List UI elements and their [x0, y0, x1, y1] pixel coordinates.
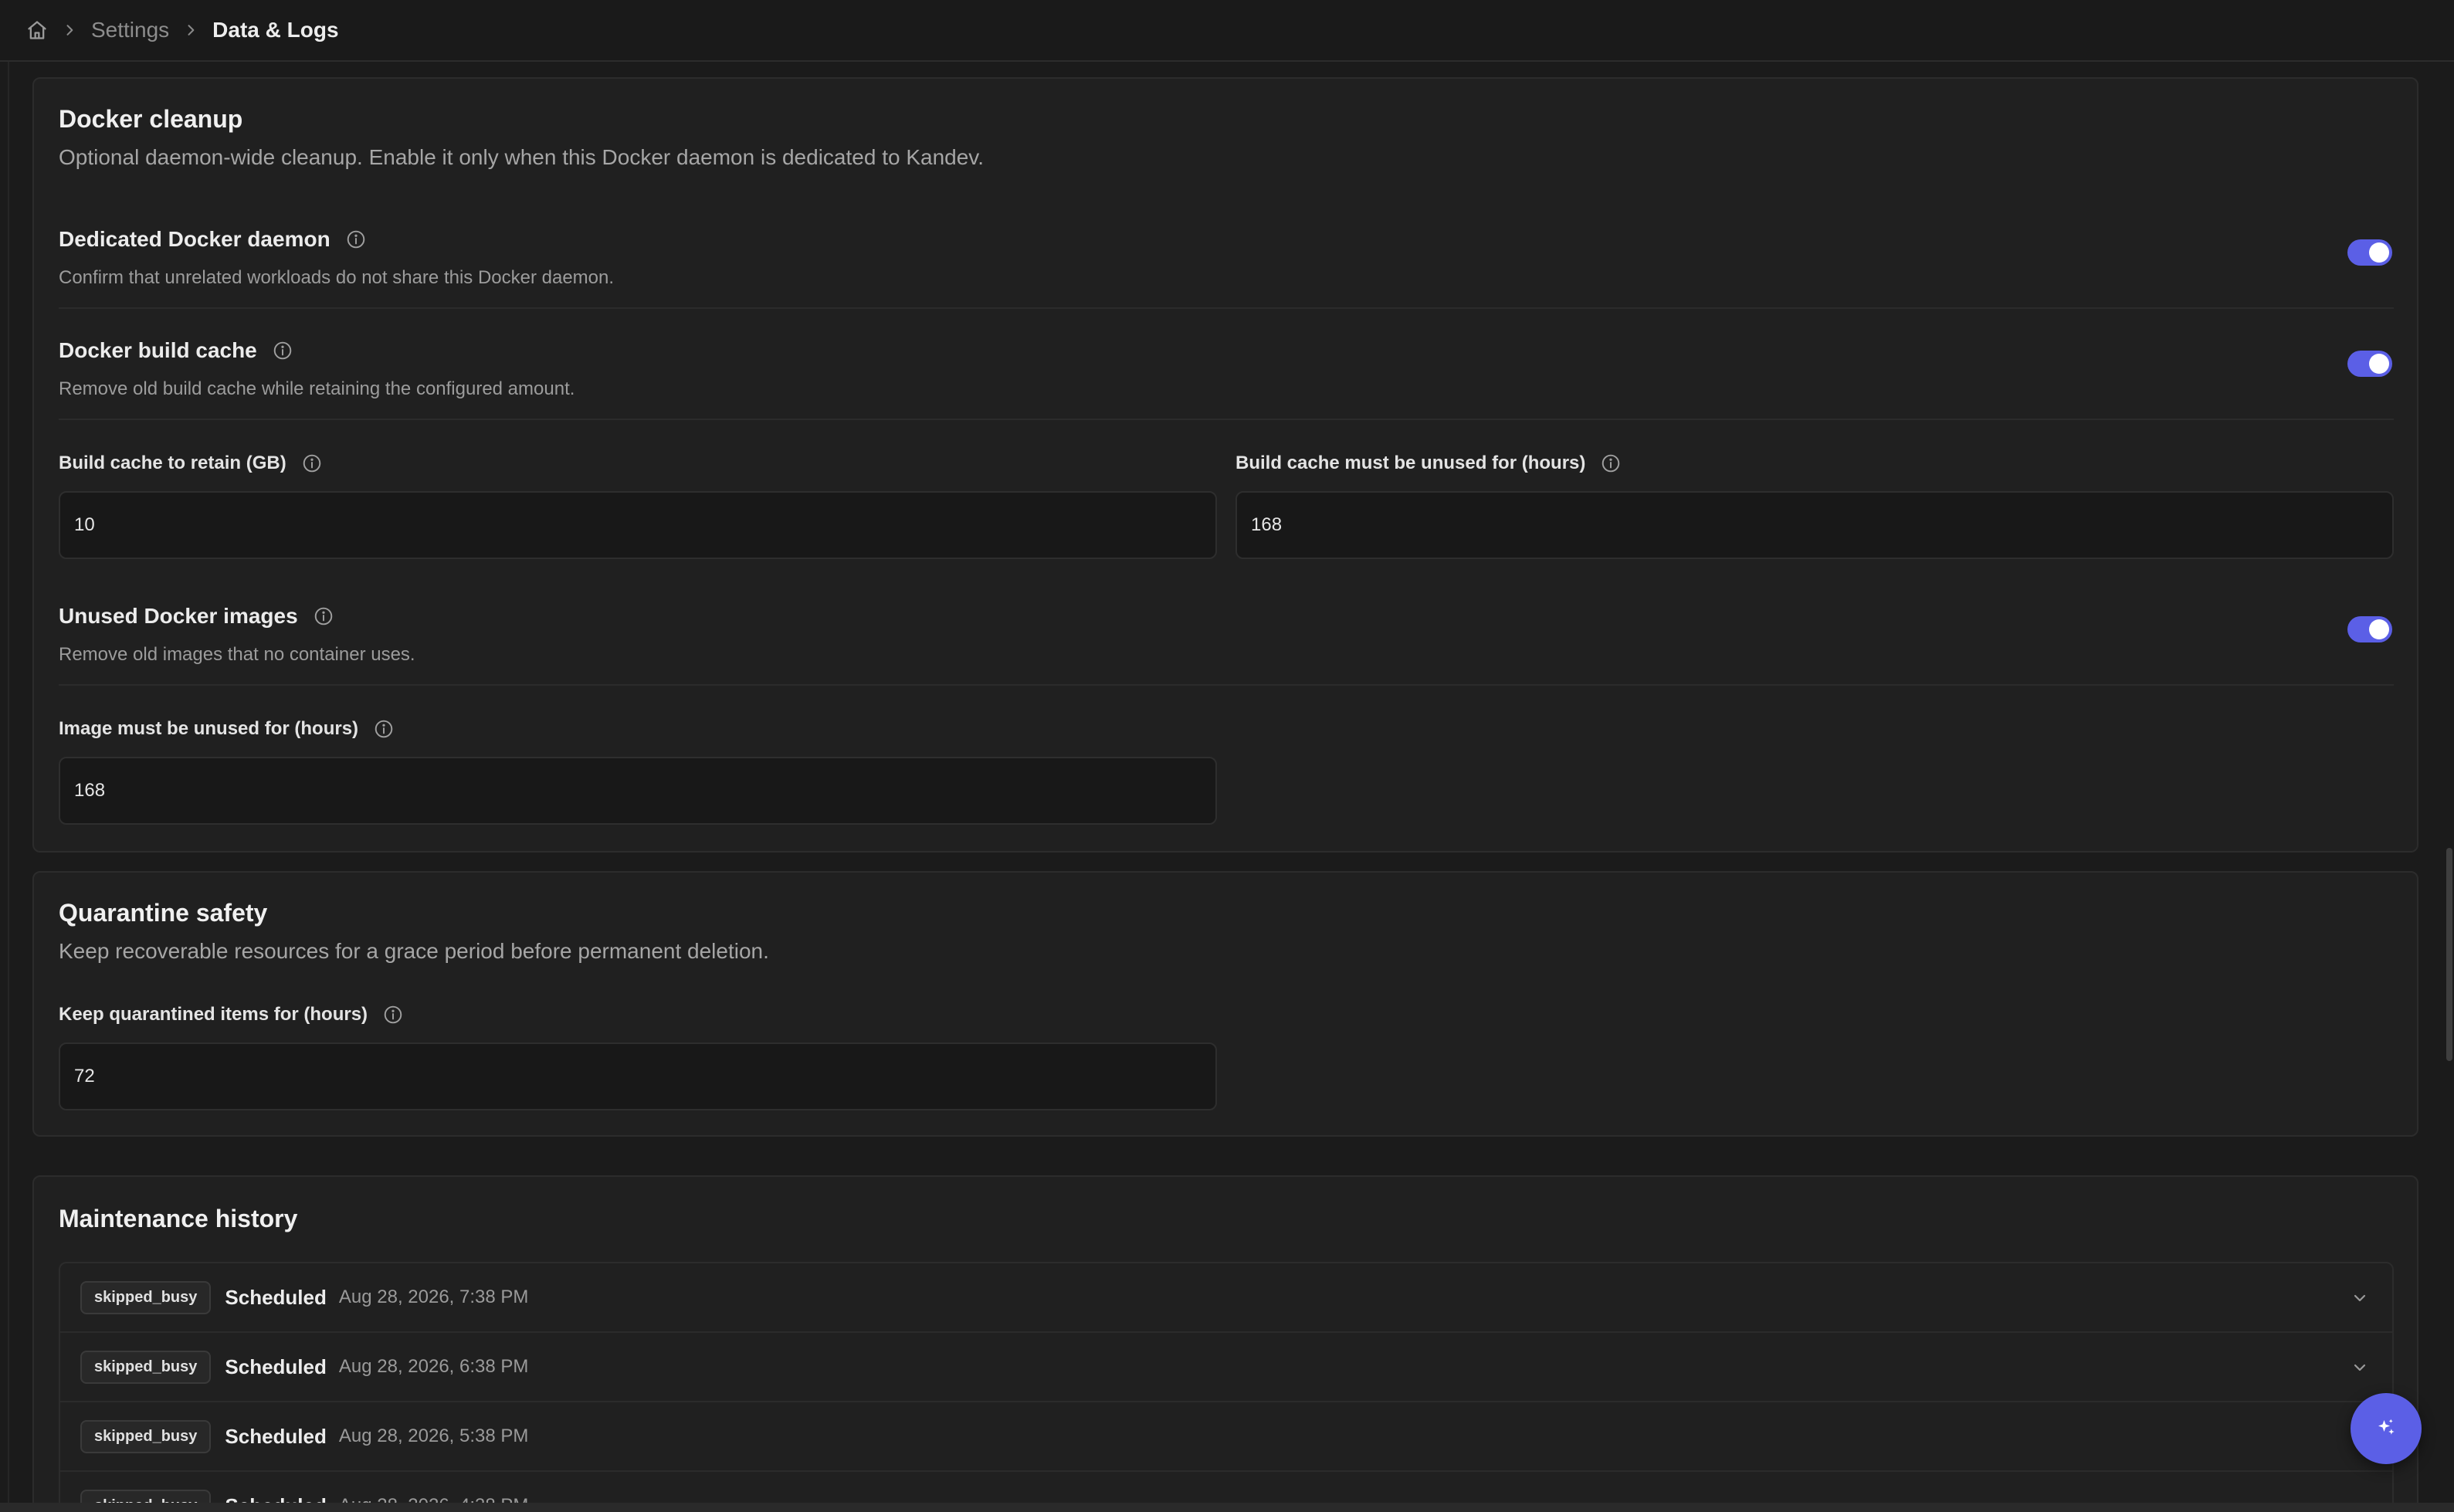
chevron-down-icon[interactable]: [2351, 1358, 2369, 1381]
app-window: Settings Data & Logs Docker cleanup Opti…: [0, 0, 2454, 1512]
quarantine-card: Quarantine safety Keep recoverable resou…: [32, 871, 2418, 1137]
quarantine-keep-label: Keep quarantined items for (hours): [59, 1004, 403, 1026]
quarantine-title: Quarantine safety: [59, 899, 268, 927]
image-unused-label: Image must be unused for (hours): [59, 718, 394, 740]
history-trigger: Scheduled: [225, 1354, 327, 1378]
status-badge: skipped_busy: [80, 1350, 212, 1384]
build-cache-unused-input[interactable]: 168: [1235, 491, 2394, 559]
image-unused-label-text: Image must be unused for (hours): [59, 718, 359, 739]
build-cache-toggle[interactable]: [2347, 351, 2392, 377]
info-icon[interactable]: [302, 453, 322, 473]
quarantine-description: Keep recoverable resources for a grace p…: [59, 939, 769, 963]
build-cache-title: Docker build cache: [59, 338, 257, 362]
breadcrumb: Settings Data & Logs: [26, 18, 339, 42]
main-content: Docker cleanup Optional daemon-wide clea…: [0, 62, 2454, 1512]
build-cache-retain-label-text: Build cache to retain (GB): [59, 453, 286, 473]
status-badge: skipped_busy: [80, 1419, 212, 1453]
chevron-down-icon[interactable]: [2351, 1289, 2369, 1311]
chevron-right-icon: [183, 22, 198, 38]
divider: [59, 419, 2394, 420]
maintenance-history-title: Maintenance history: [59, 1205, 298, 1232]
image-unused-input[interactable]: 168: [59, 757, 1217, 825]
bottom-edge: [0, 1503, 2454, 1512]
docker-cleanup-card: Docker cleanup Optional daemon-wide clea…: [32, 77, 2418, 853]
maintenance-history-card: Maintenance history skipped_busy Schedul…: [32, 1175, 2418, 1512]
unused-images-title: Unused Docker images: [59, 604, 298, 628]
breadcrumb-settings[interactable]: Settings: [91, 18, 169, 42]
dedicated-daemon-setting: Dedicated Docker daemon: [59, 227, 366, 252]
scrollbar-thumb[interactable]: [2446, 848, 2452, 1061]
info-icon[interactable]: [314, 606, 334, 626]
history-row[interactable]: skipped_busy Scheduled Aug 28, 2026, 6:3…: [60, 1333, 2392, 1402]
dedicated-daemon-description: Confirm that unrelated workloads do not …: [59, 267, 615, 288]
dedicated-daemon-toggle[interactable]: [2347, 239, 2392, 266]
build-cache-retain-label: Build cache to retain (GB): [59, 453, 322, 474]
build-cache-setting: Docker build cache: [59, 338, 293, 363]
home-icon[interactable]: [26, 19, 48, 41]
quarantine-keep-label-text: Keep quarantined items for (hours): [59, 1004, 368, 1025]
build-cache-unused-label: Build cache must be unused for (hours): [1235, 453, 1621, 474]
build-cache-retain-input[interactable]: 10: [59, 491, 1217, 559]
breadcrumb-current: Data & Logs: [212, 18, 339, 42]
unused-images-toggle[interactable]: [2347, 616, 2392, 642]
assistant-button[interactable]: [2351, 1393, 2422, 1464]
history-timestamp: Aug 28, 2026, 6:38 PM: [338, 1356, 529, 1377]
info-icon[interactable]: [346, 229, 366, 249]
unused-images-description: Remove old images that no container uses…: [59, 644, 415, 665]
build-cache-description: Remove old build cache while retaining t…: [59, 378, 575, 399]
info-icon[interactable]: [273, 341, 293, 361]
chevron-right-icon: [62, 22, 77, 38]
unused-images-setting: Unused Docker images: [59, 604, 334, 629]
history-timestamp: Aug 28, 2026, 5:38 PM: [338, 1426, 529, 1446]
top-bar: Settings Data & Logs: [0, 0, 2454, 62]
history-trigger: Scheduled: [225, 1424, 327, 1448]
docker-cleanup-title: Docker cleanup: [59, 105, 243, 133]
docker-cleanup-description: Optional daemon-wide cleanup. Enable it …: [59, 145, 984, 169]
info-icon[interactable]: [1601, 453, 1621, 473]
history-row[interactable]: skipped_busy Scheduled Aug 28, 2026, 5:3…: [60, 1402, 2392, 1472]
divider: [59, 684, 2394, 686]
divider: [59, 307, 2394, 309]
quarantine-keep-input[interactable]: 72: [59, 1042, 1217, 1110]
history-trigger: Scheduled: [225, 1285, 327, 1309]
dedicated-daemon-title: Dedicated Docker daemon: [59, 227, 330, 251]
info-icon[interactable]: [374, 719, 394, 739]
status-badge: skipped_busy: [80, 1280, 212, 1314]
history-list: skipped_busy Scheduled Aug 28, 2026, 7:3…: [59, 1262, 2394, 1512]
info-icon[interactable]: [383, 1005, 403, 1025]
build-cache-unused-label-text: Build cache must be unused for (hours): [1235, 453, 1586, 473]
history-timestamp: Aug 28, 2026, 7:38 PM: [338, 1287, 529, 1307]
history-row[interactable]: skipped_busy Scheduled Aug 28, 2026, 7:3…: [60, 1263, 2392, 1333]
sparkles-icon: [2374, 1416, 2398, 1442]
